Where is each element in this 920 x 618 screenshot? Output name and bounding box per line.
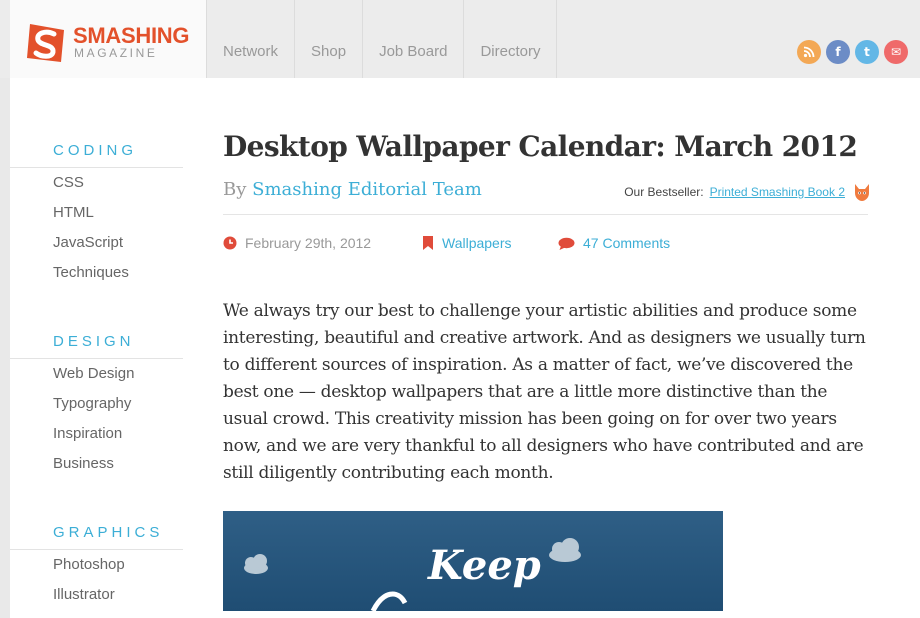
facebook-icon[interactable]: f <box>826 40 850 64</box>
sidebar-item-web-design[interactable]: Web Design <box>53 359 183 389</box>
author-link[interactable]: Smashing Editorial Team <box>252 179 482 200</box>
nav-directory[interactable]: Directory <box>464 0 558 78</box>
twitter-icon[interactable]: t <box>855 40 879 64</box>
content-card: CODING CSS HTML JavaScript Techniques DE… <box>10 78 920 618</box>
wallpaper-preview-image[interactable]: Keep <box>223 511 723 611</box>
wallpaper-lettering: Keep <box>427 542 541 589</box>
sidebar-item-illustrator[interactable]: Illustrator <box>53 580 183 610</box>
bestseller-link[interactable]: Printed Smashing Book 2 <box>710 185 845 199</box>
nav-network[interactable]: Network <box>206 0 296 78</box>
byline-prefix: By <box>223 179 247 200</box>
bestseller-promo: Our Bestseller: Printed Smashing Book 2 <box>624 181 873 203</box>
nav-job-board[interactable]: Job Board <box>363 0 465 78</box>
mail-icon[interactable]: ✉ <box>884 40 908 64</box>
bestseller-label: Our Bestseller: <box>624 185 704 199</box>
meta-comments: 47 Comments <box>558 235 670 251</box>
wallpaper-illustration: Keep <box>244 538 581 611</box>
sidebar-heading[interactable]: GRAPHICS <box>53 522 183 544</box>
sidebar-item-photoshop[interactable]: Photoshop <box>53 550 183 580</box>
article-intro: We always try our best to challenge your… <box>223 301 866 483</box>
sidebar-item-business[interactable]: Business <box>53 449 183 479</box>
sidebar-heading[interactable]: CODING <box>53 140 183 162</box>
category-link[interactable]: Wallpapers <box>442 235 512 251</box>
sidebar-item-inspiration[interactable]: Inspiration <box>53 419 183 449</box>
sidebar-heading[interactable]: DESIGN <box>53 331 183 353</box>
site-header: SMASHING MAGAZINE Network Shop Job Board… <box>0 0 920 78</box>
byline: By Smashing Editorial Team <box>223 179 482 200</box>
cloud-icon <box>549 538 581 562</box>
nav-shop[interactable]: Shop <box>295 0 364 78</box>
clock-icon <box>223 236 237 250</box>
meta-date: February 29th, 2012 <box>223 235 371 251</box>
sidebar-item-javascript[interactable]: JavaScript <box>53 228 183 258</box>
sidebar-item-css[interactable]: CSS <box>53 168 183 198</box>
meta-category: Wallpapers <box>422 235 512 251</box>
sidebar-section-design: DESIGN Web Design Typography Inspiration… <box>10 331 183 479</box>
rss-icon[interactable] <box>797 40 821 64</box>
article-title[interactable]: Desktop Wallpaper Calendar: March 2012 <box>223 130 858 163</box>
publish-date: February 29th, 2012 <box>245 235 372 251</box>
sidebar-section-coding: CODING CSS HTML JavaScript Techniques <box>10 140 183 288</box>
smashing-logo-icon <box>27 24 64 62</box>
comments-link[interactable]: 47 Comments <box>583 235 670 251</box>
sidebar-section-graphics: GRAPHICS Photoshop Illustrator <box>10 522 183 610</box>
logo-subtitle: MAGAZINE <box>74 46 158 60</box>
sidebar-item-techniques[interactable]: Techniques <box>53 258 183 288</box>
bookmark-icon <box>423 236 433 250</box>
sidebar-item-typography[interactable]: Typography <box>53 389 183 419</box>
divider <box>223 214 868 215</box>
comment-icon <box>558 237 575 250</box>
logo[interactable]: SMASHING MAGAZINE <box>10 0 206 78</box>
cloud-icon <box>244 554 268 574</box>
top-nav: Network Shop Job Board Directory <box>206 0 558 78</box>
sidebar-item-html[interactable]: HTML <box>53 198 183 228</box>
social-links: f t ✉ <box>797 40 908 64</box>
cat-mascot-icon <box>855 184 869 201</box>
